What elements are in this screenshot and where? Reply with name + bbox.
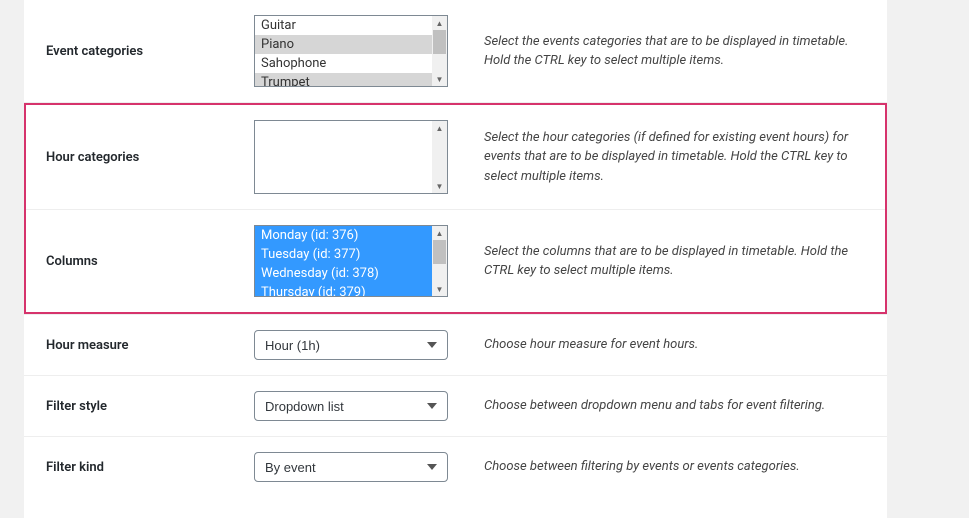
columns-listbox[interactable]: Monday (id: 376) Tuesday (id: 377) Wedne… [254, 225, 448, 297]
row-event-categories: Event categories Guitar Piano Sahophone … [24, 0, 887, 103]
scroll-up-icon[interactable]: ▲ [432, 226, 447, 240]
scroll-down-icon[interactable]: ▼ [432, 72, 447, 86]
row-columns: Columns Monday (id: 376) Tuesday (id: 37… [26, 210, 885, 312]
list-item[interactable]: Thursday (id: 379) [255, 283, 447, 296]
list-item[interactable]: Piano [255, 35, 447, 54]
list-item[interactable]: Sahophone [255, 54, 447, 73]
scroll-down-icon[interactable]: ▼ [432, 282, 447, 296]
desc-event-categories: Select the events categories that are to… [484, 34, 848, 69]
list-item[interactable]: Wednesday (id: 378) [255, 264, 447, 283]
hour-measure-select[interactable]: Hour (1h) [254, 330, 448, 360]
label-hour-measure: Hour measure [46, 338, 129, 353]
hour-categories-listbox[interactable]: ▲ ▼ [254, 120, 448, 194]
row-hour-measure: Hour measure Hour (1h) Choose hour measu… [24, 315, 887, 376]
label-filter-kind: Filter kind [46, 460, 104, 475]
filter-kind-select[interactable]: By event [254, 452, 448, 482]
scroll-thumb[interactable] [433, 240, 446, 264]
filter-style-select[interactable]: Dropdown list [254, 391, 448, 421]
row-filter-style: Filter style Dropdown list Choose betwee… [24, 376, 887, 437]
list-item[interactable]: Tuesday (id: 377) [255, 245, 447, 264]
scrollbar[interactable]: ▲ ▼ [432, 121, 447, 193]
row-hour-categories: Hour categories ▲ ▼ Select the hour cate… [26, 105, 885, 210]
settings-panel: Event categories Guitar Piano Sahophone … [24, 0, 887, 518]
list-item[interactable]: Guitar [255, 16, 447, 35]
desc-columns: Select the columns that are to be displa… [484, 242, 865, 281]
label-filter-style: Filter style [46, 399, 107, 414]
list-item[interactable]: Trumpet [255, 73, 447, 86]
row-filter-kind: Filter kind By event Choose between filt… [24, 437, 887, 498]
desc-filter-kind: Choose between filtering by events or ev… [484, 459, 800, 474]
label-event-categories: Event categories [46, 44, 143, 59]
desc-hour-measure: Choose hour measure for event hours. [484, 337, 698, 352]
event-categories-listbox[interactable]: Guitar Piano Sahophone Trumpet ▲ ▼ [254, 15, 448, 87]
scroll-up-icon[interactable]: ▲ [432, 121, 447, 135]
scrollbar[interactable]: ▲ ▼ [432, 226, 447, 296]
settings-table: Event categories Guitar Piano Sahophone … [24, 0, 887, 497]
desc-filter-style: Choose between dropdown menu and tabs fo… [484, 398, 825, 413]
label-columns: Columns [46, 254, 98, 269]
highlight-section: Hour categories ▲ ▼ Select the hour cate… [24, 103, 887, 315]
desc-hour-categories: Select the hour categories (if defined f… [484, 128, 865, 187]
scroll-thumb[interactable] [433, 30, 446, 54]
label-hour-categories: Hour categories [46, 150, 139, 165]
scroll-down-icon[interactable]: ▼ [432, 179, 447, 193]
list-item[interactable]: Monday (id: 376) [255, 226, 447, 245]
scrollbar[interactable]: ▲ ▼ [432, 16, 447, 86]
scroll-up-icon[interactable]: ▲ [432, 16, 447, 30]
